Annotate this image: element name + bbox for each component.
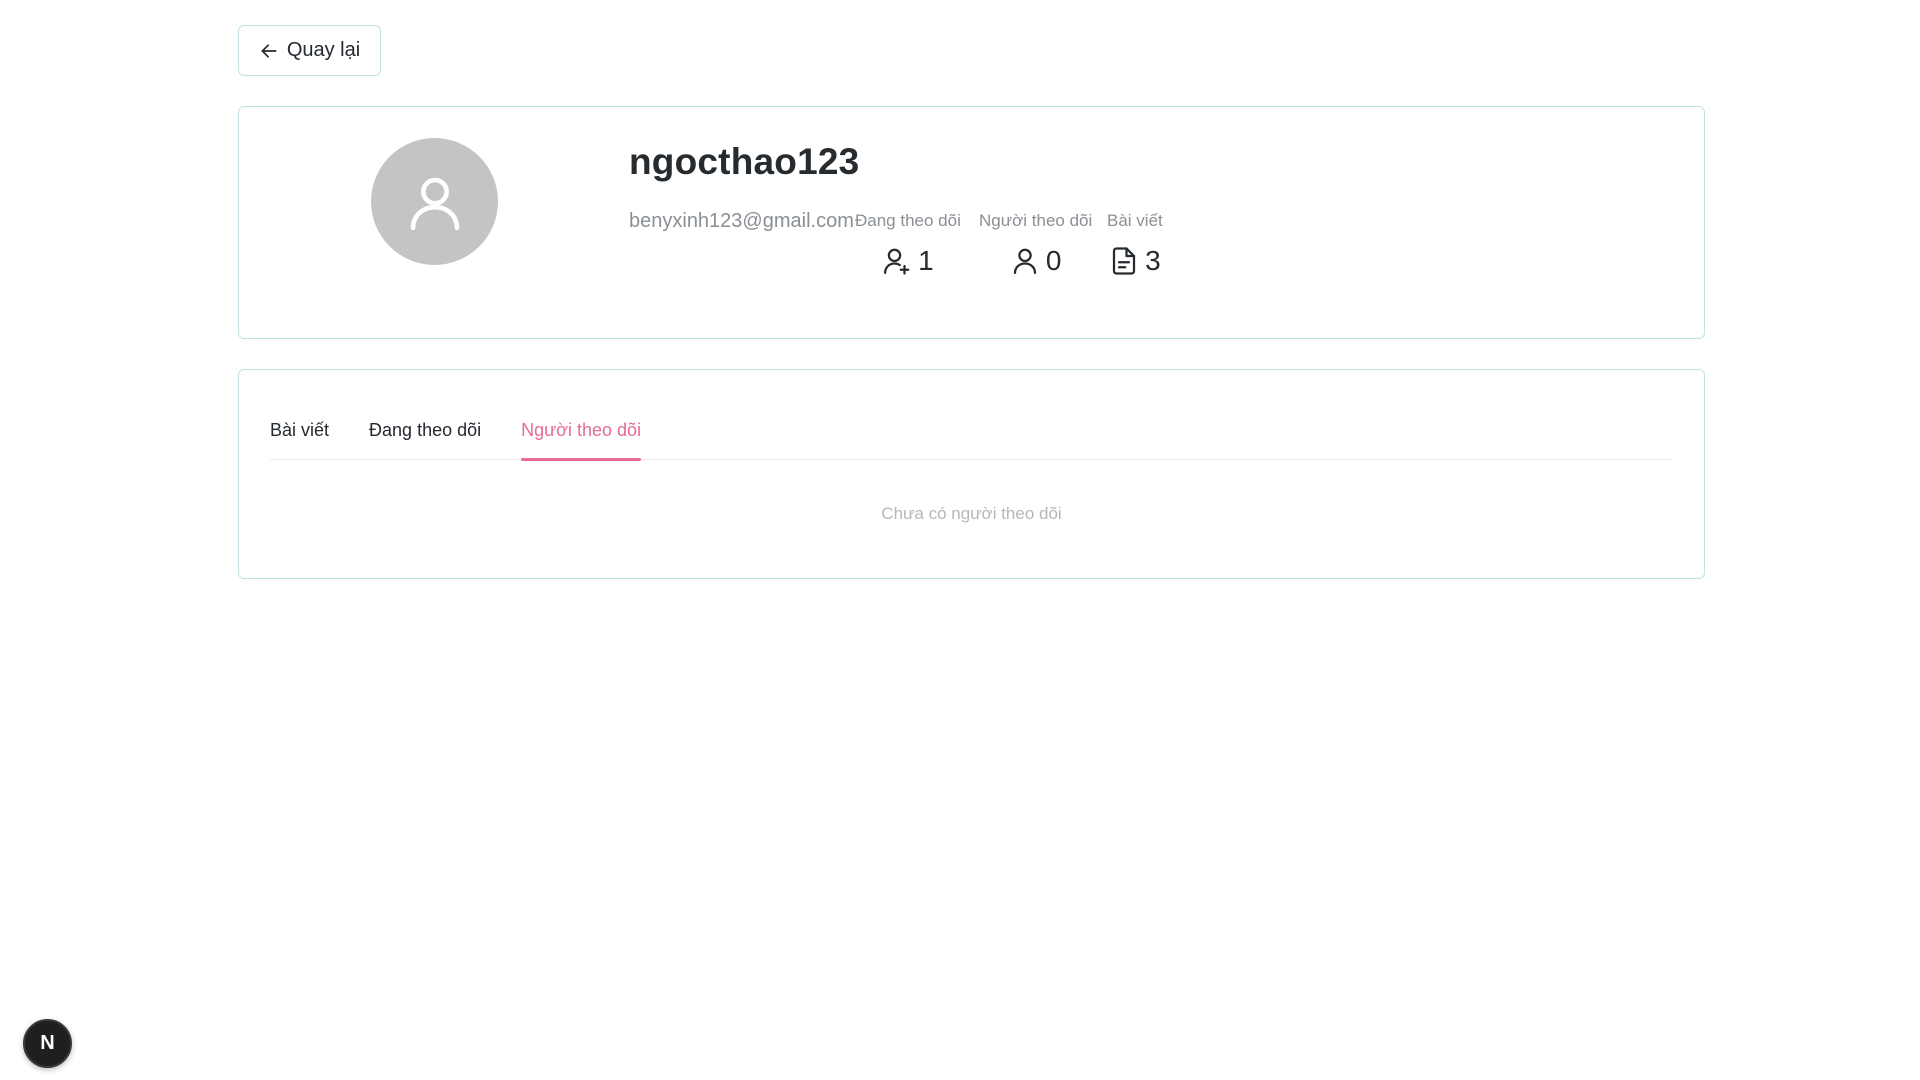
profile-card: ngocthao123 benyxinh123@gmail.com Đang t… [238,106,1705,339]
arrow-left-icon [261,43,277,58]
stat-posts: Bài viết 3 [1107,211,1163,277]
file-text-icon [1112,247,1136,275]
stat-following: Đang theo dõi 1 [855,211,961,277]
tabs-card: Bài viết Đang theo dõi Người theo dõi Ch… [238,369,1705,579]
user-plus-icon [884,248,910,275]
stat-followers-value: 0 [1045,245,1062,276]
user-icon [410,177,459,230]
empty-state-message: Chưa có người theo dõi [881,504,1062,523]
stat-followers-label: Người theo dõi [979,211,1093,230]
stat-following-label: Đang theo dõi [855,211,961,230]
dev-tools-badge[interactable]: N [23,1019,72,1068]
stat-following-value: 1 [918,245,934,276]
back-button[interactable]: Quay lại [238,25,381,76]
profile-username: ngocthao123 [629,141,860,182]
stat-posts-value: 3 [1145,245,1161,276]
tab-following[interactable]: Đang theo dõi [369,410,481,460]
back-button-label: Quay lại [286,39,361,61]
stat-followers: Người theo dõi 0 [979,211,1092,277]
profile-email: benyxinh123@gmail.com [629,210,854,232]
profile-tabs: Bài viết Đang theo dõi Người theo dõi [270,410,1673,461]
avatar [371,138,498,265]
tab-posts[interactable]: Bài viết [270,410,329,460]
tab-followers[interactable]: Người theo dõi [521,410,641,461]
user-icon [1013,248,1036,274]
stat-posts-label: Bài viết [1107,211,1163,230]
dev-tools-badge-label: N [40,1032,55,1054]
